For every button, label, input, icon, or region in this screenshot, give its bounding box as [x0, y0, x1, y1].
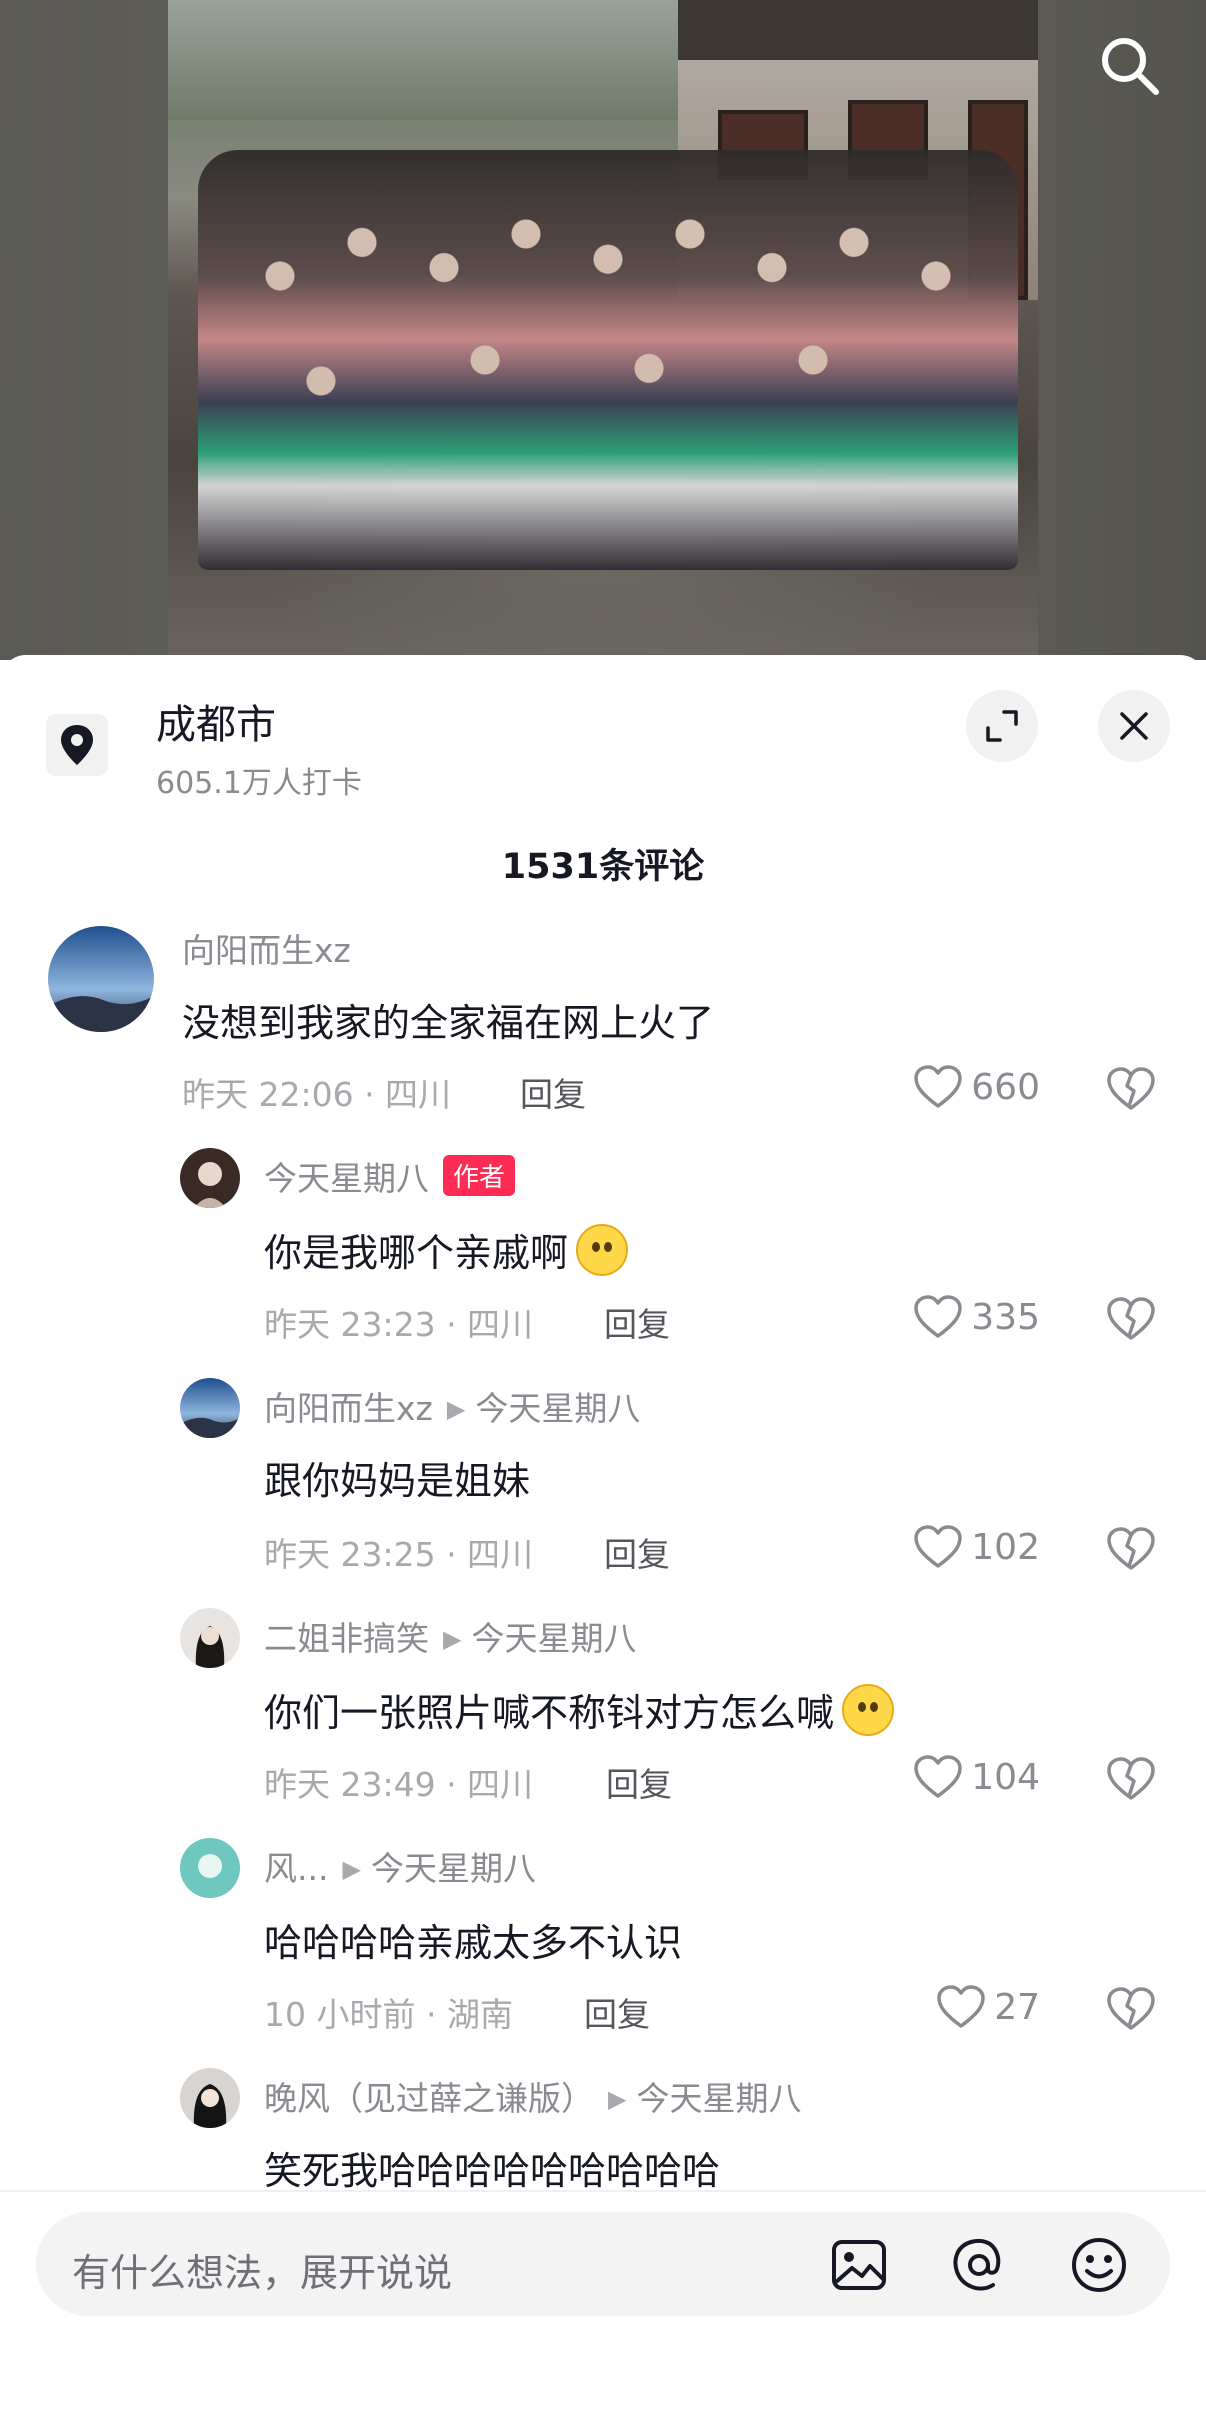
like-count: 104 [971, 1756, 1040, 1798]
dislike-button[interactable] [1106, 1986, 1156, 2036]
search-button[interactable] [1094, 30, 1166, 102]
broken-heart-icon [1107, 1297, 1155, 1340]
like-button[interactable]: 104 [913, 1754, 1040, 1800]
author-tag: 作者 [443, 1155, 516, 1196]
dislike-button[interactable] [1106, 1066, 1156, 1116]
reply-arrow-icon: ▶ [446, 1395, 466, 1423]
comment-username[interactable]: 晚风（见过薛之谦版） [264, 2079, 594, 2118]
location-button[interactable] [46, 714, 108, 776]
like-button[interactable]: 660 [913, 1064, 1040, 1110]
comment-text-row: 你是我哪个亲戚啊 [264, 1222, 629, 1277]
heart-icon [914, 1065, 963, 1108]
checkin-count: 605.1万人打卡 [156, 766, 362, 801]
reply-button[interactable]: 回复 [606, 1758, 672, 1806]
location-title[interactable]: 成都市 [156, 692, 276, 750]
at-icon [953, 2238, 1001, 2291]
comment-meta: 10 小时前 · 湖南 [264, 1995, 513, 2034]
video-media[interactable] [0, 0, 1206, 660]
reply-username-row: 二姐非搞笑 ▶ 今天星期八 [264, 1612, 636, 1660]
comment-meta: 昨天 23:25 · 四川 [264, 1535, 534, 1574]
reply-to-username[interactable]: 今天星期八 [471, 1619, 636, 1658]
broken-heart-icon [1107, 1757, 1155, 1800]
comment-text: 哈哈哈哈亲戚太多不认识 [264, 1921, 683, 1965]
avatar[interactable] [180, 1838, 240, 1898]
divider [0, 2190, 1206, 2192]
bottom-safe-area [0, 2330, 1206, 2436]
search-icon [1102, 38, 1159, 95]
like-button[interactable]: 27 [936, 1984, 1040, 2030]
reply-button[interactable]: 回复 [520, 1068, 586, 1116]
emoji-icon [576, 1224, 629, 1276]
image-icon [832, 2240, 886, 2290]
dislike-button[interactable] [1106, 1756, 1156, 1806]
avatar[interactable] [180, 1378, 240, 1438]
reply-username-row: 风... ▶ 今天星期八 [264, 1842, 536, 1890]
image-button[interactable] [830, 2236, 888, 2294]
comment-username[interactable]: 向阳而生xz [264, 1389, 433, 1428]
emoji-button[interactable] [1070, 2236, 1128, 2294]
comment-username[interactable]: 二姐非搞笑 [264, 1619, 429, 1658]
heart-icon [914, 1295, 963, 1338]
dislike-button[interactable] [1106, 1526, 1156, 1576]
broken-heart-icon [1107, 1067, 1155, 1110]
avatar[interactable] [48, 926, 154, 1032]
avatar[interactable] [180, 1148, 240, 1208]
broken-heart-icon [1107, 1527, 1155, 1570]
reply-arrow-icon: ▶ [443, 1625, 462, 1653]
reply-username-row: 向阳而生xz ▶ 今天星期八 [264, 1382, 640, 1430]
reply-username-row: 今天星期八 作者 [264, 1152, 516, 1200]
expand-button[interactable] [966, 690, 1038, 762]
reply-button[interactable]: 回复 [604, 1298, 670, 1346]
comment-input-placeholder: 有什么想法，展开说说 [72, 2251, 453, 2295]
mention-button[interactable] [950, 2236, 1008, 2294]
comment-text: 你们一张照片喊不称钭对方怎么喊 [264, 1691, 835, 1735]
close-button[interactable] [1098, 690, 1170, 762]
like-button[interactable]: 335 [913, 1294, 1040, 1340]
emoji-icon [1072, 2238, 1126, 2292]
clipped-area: 笑死我哈哈哈哈哈哈哈哈哈 [0, 2130, 1206, 2188]
like-button[interactable]: 102 [913, 1524, 1040, 1570]
emoji-icon [842, 1684, 895, 1736]
broken-heart-icon [1107, 1987, 1155, 2030]
comment-username[interactable]: 向阳而生xz [182, 924, 351, 972]
comment-meta: 昨天 23:23 · 四川 [264, 1305, 534, 1344]
expand-icon [986, 710, 1018, 742]
like-count: 27 [994, 1986, 1040, 2028]
comment-text: 笑死我哈哈哈哈哈哈哈哈哈 [264, 2149, 721, 2188]
comment-text: 你是我哪个亲戚啊 [264, 1231, 569, 1275]
reply-button[interactable]: 回复 [604, 1528, 670, 1576]
reply-to-username[interactable]: 今天星期八 [371, 1849, 536, 1888]
close-icon [1120, 712, 1148, 740]
comment-text-row: 你们一张照片喊不称钭对方怎么喊 [264, 1682, 895, 1737]
reply-username-row: 晚风（见过薛之谦版） ▶ 今天星期八 [264, 2072, 801, 2120]
heart-icon [914, 1525, 963, 1568]
comment-username[interactable]: 风... [264, 1849, 328, 1888]
comment-text: 跟你妈妈是姐妹 [264, 1459, 531, 1503]
dislike-button[interactable] [1106, 1296, 1156, 1346]
heart-icon [937, 1985, 985, 2028]
like-count: 660 [971, 1066, 1040, 1108]
like-count: 335 [971, 1296, 1040, 1338]
comment-input[interactable]: 有什么想法，展开说说 [36, 2212, 1170, 2316]
comment-meta: 昨天 22:06 · 四川 [182, 1075, 452, 1114]
avatar[interactable] [180, 1608, 240, 1668]
comment-text: 没想到我家的全家福在网上火了 [182, 1001, 715, 1045]
reply-arrow-icon: ▶ [608, 2085, 627, 2113]
comment-count: 1531条评论 [501, 847, 705, 887]
reply-arrow-icon: ▶ [342, 1855, 361, 1883]
reply-button[interactable]: 回复 [584, 1988, 650, 2036]
reply-to-username[interactable]: 今天星期八 [475, 1389, 640, 1428]
family-photo [168, 0, 1038, 660]
comment-username[interactable]: 今天星期八 [264, 1159, 429, 1198]
location-pin-icon [61, 725, 93, 765]
reply-to-username[interactable]: 今天星期八 [636, 2079, 801, 2118]
comment-meta: 昨天 23:49 · 四川 [264, 1765, 534, 1804]
avatar[interactable] [180, 2068, 240, 2128]
like-count: 102 [971, 1526, 1040, 1568]
heart-icon [914, 1755, 963, 1798]
